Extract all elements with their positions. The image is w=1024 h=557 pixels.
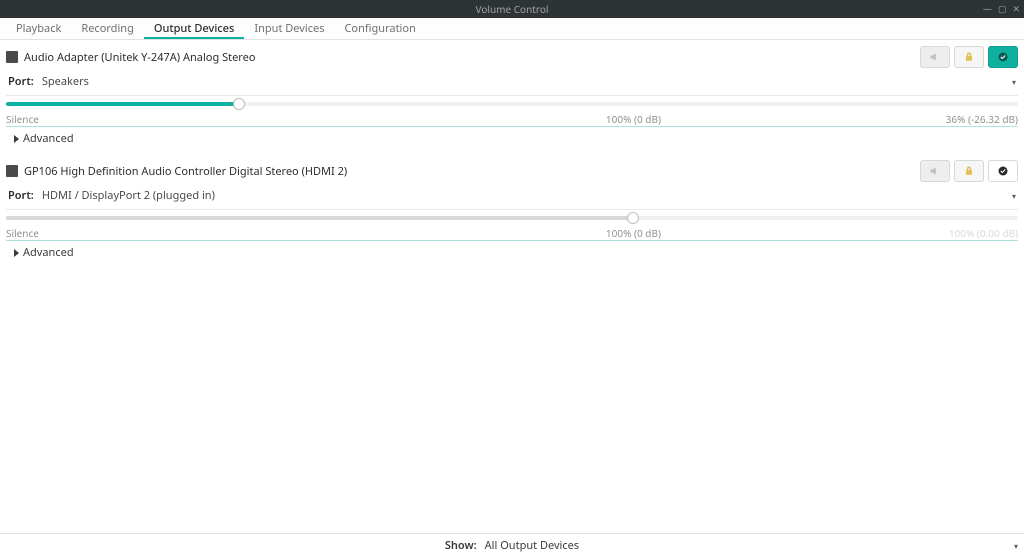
device-title: Audio Adapter (Unitek Y-247A) Analog Ste… [24, 50, 255, 65]
check-circle-icon [997, 51, 1009, 63]
port-value: Speakers [42, 74, 89, 89]
port-selector[interactable]: Port: Speakers ▾ [6, 70, 1018, 93]
tab-playback[interactable]: Playback [6, 18, 71, 39]
check-circle-icon [997, 165, 1009, 177]
audio-card-icon [6, 165, 18, 177]
output-device: Audio Adapter (Unitek Y-247A) Analog Ste… [0, 40, 1024, 154]
tab-recording[interactable]: Recording [71, 18, 143, 39]
triangle-right-icon [14, 135, 19, 143]
window-maximize-icon[interactable]: ▢ [998, 2, 1007, 15]
window-close-icon[interactable]: ✕ [1012, 2, 1020, 15]
port-label: Port: [8, 188, 34, 203]
port-label: Port: [8, 74, 34, 89]
slider-thumb[interactable] [233, 98, 245, 110]
tabbar: Playback Recording Output Devices Input … [0, 18, 1024, 40]
slider-base-label: 100% (0 dB) [606, 112, 661, 126]
triangle-right-icon [14, 249, 19, 257]
advanced-label: Advanced [23, 245, 74, 260]
tab-output-devices[interactable]: Output Devices [144, 18, 245, 39]
window-title: Volume Control [476, 2, 549, 16]
window-titlebar: Volume Control — ▢ ✕ [0, 0, 1024, 18]
device-title: GP106 High Definition Audio Controller D… [24, 164, 347, 179]
chevron-down-icon[interactable]: ▾ [1014, 541, 1018, 552]
volume-slider[interactable]: Silence 100% (0 dB) 36% (-26.32 dB) [6, 95, 1018, 127]
slider-thumb[interactable] [627, 212, 639, 224]
set-default-button[interactable] [988, 46, 1018, 68]
slider-min-label: Silence [6, 112, 39, 126]
slider-min-label: Silence [6, 226, 39, 240]
tab-configuration[interactable]: Configuration [334, 18, 425, 39]
lock-icon [963, 165, 975, 177]
volume-mute-icon [929, 165, 941, 177]
chevron-down-icon[interactable]: ▾ [1012, 77, 1016, 88]
lock-icon [963, 51, 975, 63]
advanced-expander[interactable]: Advanced [6, 127, 1018, 154]
lock-channels-button[interactable] [954, 160, 984, 182]
mute-button[interactable] [920, 160, 950, 182]
tab-input-devices[interactable]: Input Devices [244, 18, 334, 39]
port-value: HDMI / DisplayPort 2 (plugged in) [42, 188, 215, 203]
window-minimize-icon[interactable]: — [983, 2, 992, 15]
show-label: Show: [445, 538, 477, 553]
slider-value-label: 36% (-26.32 dB) [946, 112, 1018, 126]
show-value: All Output Devices [485, 538, 580, 553]
slider-value-label: 100% (0.00 dB) [949, 226, 1018, 240]
chevron-down-icon[interactable]: ▾ [1012, 191, 1016, 202]
slider-base-label: 100% (0 dB) [606, 226, 661, 240]
advanced-expander[interactable]: Advanced [6, 241, 1018, 268]
output-device: GP106 High Definition Audio Controller D… [0, 154, 1024, 268]
footer-filter[interactable]: Show: All Output Devices ▾ [0, 533, 1024, 557]
volume-slider[interactable]: Silence 100% (0 dB) 100% (0.00 dB) [6, 209, 1018, 241]
lock-channels-button[interactable] [954, 46, 984, 68]
advanced-label: Advanced [23, 131, 74, 146]
port-selector[interactable]: Port: HDMI / DisplayPort 2 (plugged in) … [6, 184, 1018, 207]
audio-card-icon [6, 51, 18, 63]
set-default-button[interactable] [988, 160, 1018, 182]
volume-mute-icon [929, 51, 941, 63]
mute-button[interactable] [920, 46, 950, 68]
